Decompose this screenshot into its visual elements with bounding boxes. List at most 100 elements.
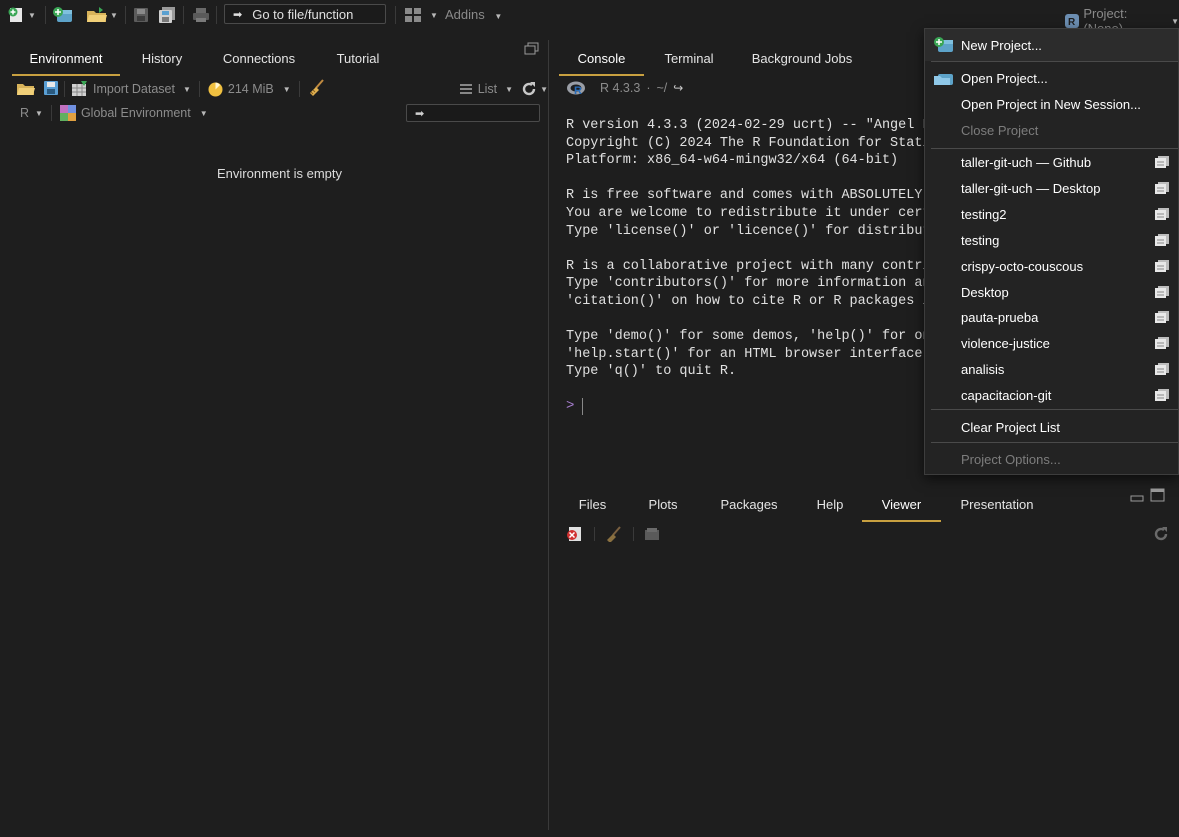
tab-packages[interactable]: Packages: [700, 486, 798, 522]
open-in-new-session-icon[interactable]: [1154, 207, 1170, 224]
memory-usage-button[interactable]: 214 MiB ▼: [208, 82, 291, 97]
console-line: 'citation()' on how to cite R or R packa…: [566, 293, 939, 309]
import-dataset-label: Import Dataset: [93, 82, 175, 96]
save-workspace-button[interactable]: [44, 80, 58, 98]
clear-workspace-button[interactable]: [308, 78, 326, 100]
tab-connections[interactable]: Connections: [204, 40, 314, 76]
clear-project-list-item[interactable]: Clear Project List: [925, 417, 1178, 439]
open-in-new-session-icon[interactable]: [1154, 388, 1170, 405]
maximize-pane-icon[interactable]: [1150, 488, 1166, 502]
open-new-session-label: Open Project in New Session...: [961, 97, 1141, 112]
tab-files[interactable]: Files: [559, 486, 626, 522]
chevron-down-icon: ▼: [430, 10, 438, 20]
project-dropdown-menu: New Project... Open Project... Open Proj…: [924, 28, 1179, 475]
recent-project-item[interactable]: capacitacion-git: [925, 385, 1178, 407]
save-icon: [134, 8, 148, 22]
recent-project-label: testing2: [961, 206, 1007, 222]
tab-help[interactable]: Help: [798, 486, 862, 522]
open-project-item[interactable]: Open Project...: [925, 68, 1178, 90]
console-line: You are welcome to redistribute it under…: [566, 205, 946, 221]
new-project-item[interactable]: New Project...: [925, 35, 1178, 57]
environment-search-input[interactable]: ➡: [406, 104, 540, 122]
recent-project-item[interactable]: violence-justice: [925, 333, 1178, 355]
viewer-toolbar: [566, 526, 662, 542]
tab-viewer[interactable]: Viewer: [862, 486, 941, 522]
refresh-viewer-button[interactable]: [1153, 526, 1169, 545]
new-project-icon: [53, 7, 72, 22]
list-label: List: [477, 82, 498, 96]
open-in-new-session-icon[interactable]: [1154, 310, 1170, 327]
new-project-label: New Project...: [961, 38, 1042, 53]
export-icon[interactable]: [644, 527, 662, 541]
broom-icon[interactable]: [605, 526, 623, 542]
refresh-icon: [522, 82, 536, 96]
open-in-new-session-icon[interactable]: [1154, 233, 1170, 250]
open-in-new-session-icon[interactable]: [1154, 336, 1170, 353]
tab-history[interactable]: History: [120, 40, 204, 76]
close-project-item[interactable]: Close Project: [925, 120, 1178, 142]
tab-tutorial[interactable]: Tutorial: [314, 40, 402, 76]
recent-project-label: testing: [961, 232, 1000, 248]
table-import-icon: [72, 81, 87, 96]
addins-menu[interactable]: Addins ▼: [445, 7, 502, 22]
open-in-new-session-icon[interactable]: [1154, 285, 1170, 302]
recent-project-item[interactable]: taller-git-uch — Github: [925, 152, 1178, 174]
open-in-new-session-icon[interactable]: [1154, 155, 1170, 172]
scope-label: Global Environment: [80, 106, 191, 120]
language-select[interactable]: R ▼: [20, 106, 43, 120]
recent-project-label: capacitacion-git: [961, 388, 1052, 404]
console-line: Copyright (C) 2024 The R Foundation for …: [566, 135, 946, 151]
new-project-button[interactable]: [52, 6, 74, 24]
tab-background-jobs[interactable]: Background Jobs: [734, 40, 870, 76]
r-version-label: R 4.3.3: [600, 81, 641, 95]
save-button[interactable]: [133, 6, 149, 24]
open-file-button[interactable]: ▼: [86, 6, 118, 24]
list-icon: [459, 84, 472, 94]
pane-layout-button[interactable]: ▼: [404, 6, 438, 24]
recent-project-item[interactable]: Desktop: [925, 282, 1178, 304]
minimize-pane-icon[interactable]: [1130, 490, 1144, 502]
tab-plots[interactable]: Plots: [626, 486, 700, 522]
console-tabbar: Console Terminal Background Jobs: [559, 40, 870, 76]
main-toolbar: ▼ ▼ ➡ Go to file/function ▼ Addins ▼ R P…: [0, 0, 1179, 36]
tab-presentation[interactable]: Presentation: [941, 486, 1053, 522]
open-in-new-session-icon[interactable]: [1154, 181, 1170, 198]
project-options-item[interactable]: Project Options...: [925, 449, 1178, 471]
recent-project-item[interactable]: analisis: [925, 359, 1178, 381]
go-to-file-placeholder: Go to file/function: [252, 6, 354, 22]
working-directory-label: ~/: [656, 81, 668, 95]
save-all-button[interactable]: [158, 6, 176, 24]
refresh-icon: [1154, 527, 1168, 541]
recent-project-item[interactable]: testing2: [925, 204, 1178, 226]
tab-console[interactable]: Console: [559, 40, 644, 76]
open-project-new-session-item[interactable]: Open Project in New Session...: [925, 94, 1178, 116]
tab-terminal[interactable]: Terminal: [644, 40, 734, 76]
console-line: Type 'q()' to quit R.: [566, 364, 737, 380]
view-mode-button[interactable]: List ▼: [459, 82, 513, 96]
clear-project-list-label: Clear Project List: [961, 420, 1060, 435]
go-to-file-input[interactable]: ➡ Go to file/function: [224, 4, 386, 24]
load-workspace-button[interactable]: [16, 80, 36, 99]
refresh-environment-button[interactable]: ▼: [521, 81, 548, 97]
remove-viewer-item-icon[interactable]: [566, 526, 584, 542]
console-line: Type 'license()' or 'licence()' for dist…: [566, 223, 946, 239]
recent-project-item[interactable]: taller-git-uch — Desktop: [925, 178, 1178, 200]
new-file-button[interactable]: ▼: [8, 6, 36, 24]
console-output[interactable]: R version 4.3.3 (2024-02-29 ucrt) -- "An…: [566, 117, 946, 381]
search-arrow-icon: ➡: [415, 107, 425, 120]
tab-environment[interactable]: Environment: [12, 40, 120, 76]
console-line: Type 'contributors()' for more informati…: [566, 276, 939, 292]
recent-project-item[interactable]: crispy-octo-couscous: [925, 256, 1178, 278]
recent-project-item[interactable]: testing: [925, 230, 1178, 252]
import-dataset-button[interactable]: Import Dataset ▼: [71, 81, 191, 97]
recent-project-item[interactable]: pauta-prueba: [925, 307, 1178, 329]
grid-layout-icon: [405, 8, 421, 22]
open-in-new-session-icon[interactable]: [1154, 259, 1170, 276]
maximize-pane-button[interactable]: [524, 42, 540, 59]
addins-label: Addins: [445, 7, 485, 22]
environment-scope-select[interactable]: Global Environment ▼: [59, 105, 208, 121]
go-to-directory-icon[interactable]: ↪: [673, 81, 683, 95]
open-in-new-session-icon[interactable]: [1154, 362, 1170, 379]
print-button[interactable]: [192, 6, 210, 24]
